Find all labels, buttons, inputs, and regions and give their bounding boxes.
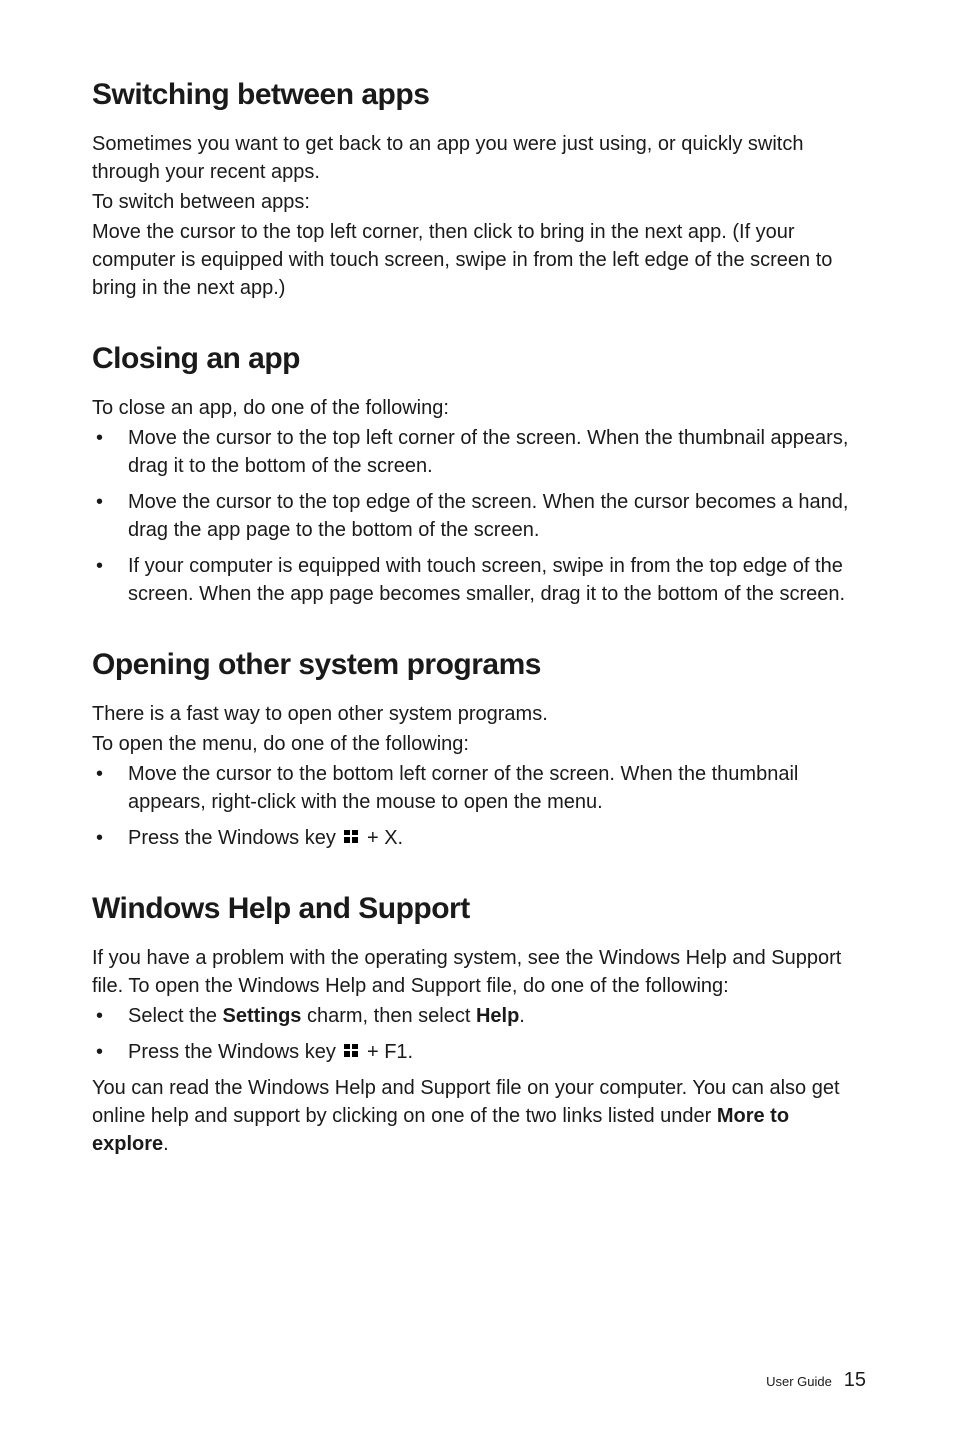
windows-key-icon [344, 1044, 358, 1057]
heading-closing: Closing an app [92, 342, 866, 376]
paragraph: To open the menu, do one of the followin… [92, 730, 866, 758]
bold-text: Settings [223, 1005, 302, 1027]
text: + X. [361, 827, 403, 849]
text: . [519, 1005, 525, 1027]
text: charm, then select [301, 1005, 476, 1027]
list-item: Select the Settings charm, then select H… [92, 1002, 866, 1030]
page-number: 15 [844, 1369, 866, 1391]
list-item: Press the Windows key + F1. [92, 1038, 866, 1066]
heading-help: Windows Help and Support [92, 892, 866, 926]
text: Select the [128, 1005, 223, 1027]
list-item: Move the cursor to the bottom left corne… [92, 760, 866, 816]
paragraph: You can read the Windows Help and Suppor… [92, 1074, 866, 1158]
footer-label: User Guide [766, 1374, 832, 1389]
paragraph: To switch between apps: [92, 188, 866, 216]
section-help-support: Windows Help and Support If you have a p… [92, 892, 866, 1158]
bold-text: Help [476, 1005, 519, 1027]
paragraph: To close an app, do one of the following… [92, 394, 866, 422]
bullet-list: Select the Settings charm, then select H… [92, 1002, 866, 1066]
text: Press the Windows key [128, 827, 341, 849]
paragraph: If you have a problem with the operating… [92, 944, 866, 1000]
heading-switching: Switching between apps [92, 78, 866, 112]
section-opening-programs: Opening other system programs There is a… [92, 648, 866, 852]
list-item: If your computer is equipped with touch … [92, 552, 866, 608]
section-switching-apps: Switching between apps Sometimes you wan… [92, 78, 866, 302]
windows-key-icon [344, 830, 358, 843]
list-item: Move the cursor to the top edge of the s… [92, 488, 866, 544]
text: + F1. [361, 1041, 413, 1063]
page-footer: User Guide 15 [766, 1369, 866, 1392]
list-item: Press the Windows key + X. [92, 824, 866, 852]
text: . [163, 1133, 169, 1155]
bullet-list: Move the cursor to the bottom left corne… [92, 760, 866, 852]
paragraph: Sometimes you want to get back to an app… [92, 130, 866, 186]
paragraph: There is a fast way to open other system… [92, 700, 866, 728]
text: Press the Windows key [128, 1041, 341, 1063]
heading-opening: Opening other system programs [92, 648, 866, 682]
list-item: Move the cursor to the top left corner o… [92, 424, 866, 480]
paragraph: Move the cursor to the top left corner, … [92, 218, 866, 302]
bullet-list: Move the cursor to the top left corner o… [92, 424, 866, 608]
section-closing-app: Closing an app To close an app, do one o… [92, 342, 866, 608]
